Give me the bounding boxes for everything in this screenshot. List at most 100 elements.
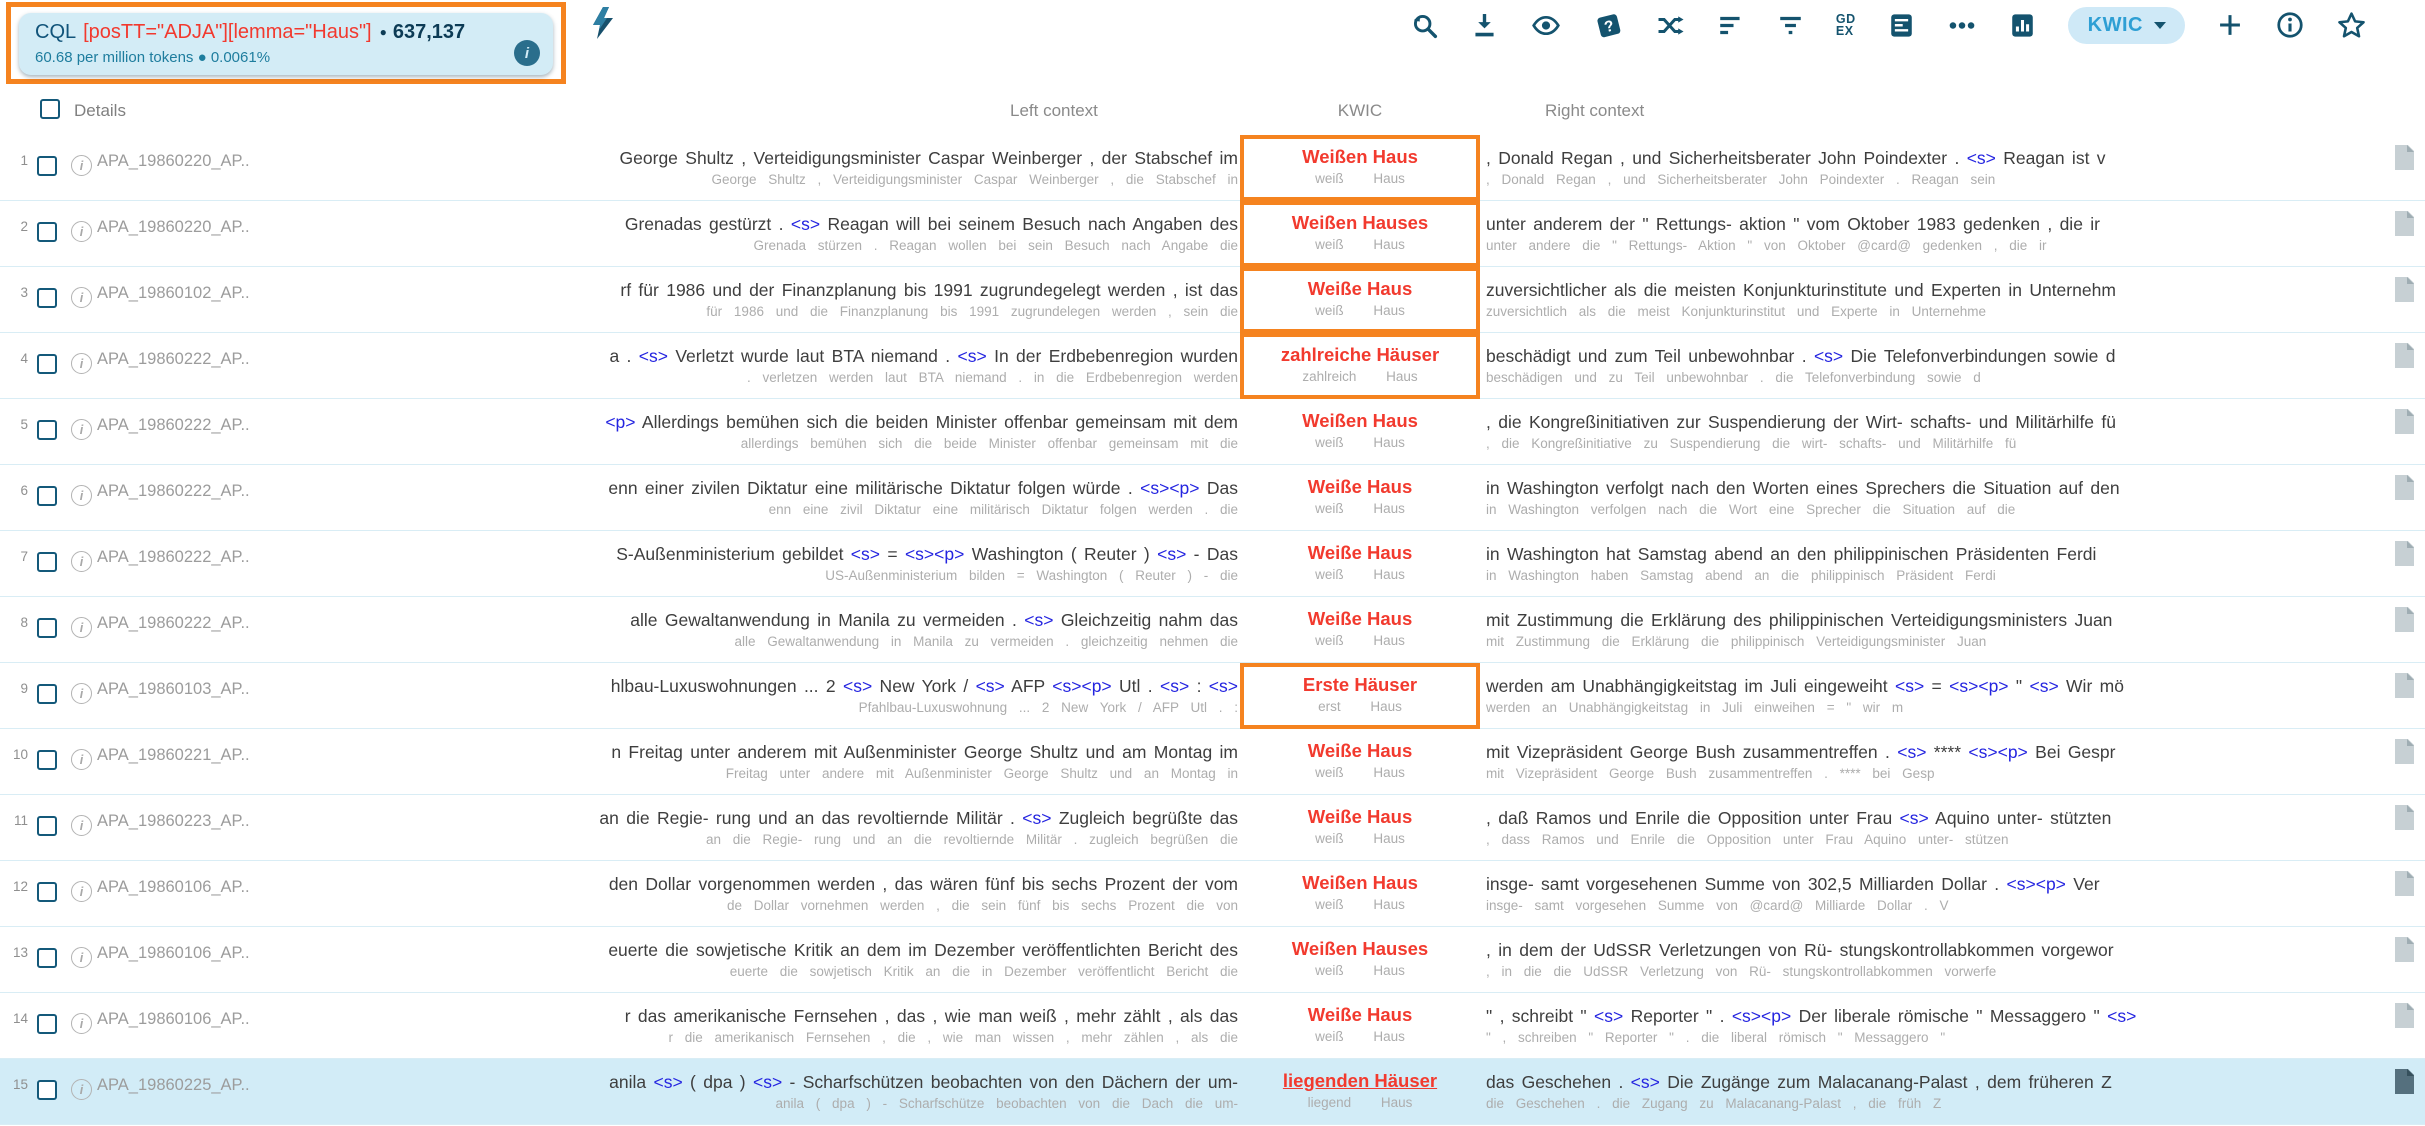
sort-icon[interactable] [1716,11,1745,40]
copy-doc-icon[interactable] [2395,475,2414,500]
table-row[interactable]: 3 i APA_19860102_AP... rf für 1986 und d… [0,267,2425,333]
row-checkbox[interactable] [37,1014,57,1034]
row-details-icon[interactable]: i [71,155,92,176]
row-checkbox[interactable] [37,618,57,638]
copy-doc-icon[interactable] [2395,541,2414,566]
query-info-icon[interactable]: i [514,40,540,66]
doc-id[interactable]: APA_19860222_AP... [97,614,249,633]
table-row[interactable]: 14 i APA_19860106_AP... r das amerikanis… [0,993,2425,1059]
table-row[interactable]: 9 i APA_19860103_AP... hlbau-Luxuswohnun… [0,663,2425,729]
copy-doc-icon[interactable] [2395,673,2414,698]
kwic-node[interactable]: Weiße Haus weiß Haus [1242,541,1478,584]
table-row[interactable]: 7 i APA_19860222_AP... S-Außenministeriu… [0,531,2425,597]
kwic-view-select[interactable]: KWIC [2068,7,2185,44]
sentence-view-icon[interactable] [1887,11,1916,40]
view-options-eye-icon[interactable] [1530,11,1562,40]
row-checkbox[interactable] [37,288,57,308]
row-checkbox[interactable] [37,222,57,242]
more-options-icon[interactable] [1947,11,1977,40]
table-row[interactable]: 11 i APA_19860223_AP... an die Regie- ru… [0,795,2425,861]
doc-id[interactable]: APA_19860106_AP... [97,1010,249,1029]
copy-doc-icon[interactable] [2395,937,2414,962]
gdex-icon[interactable]: GDEX [1836,13,1856,37]
row-checkbox[interactable] [37,354,57,374]
row-checkbox[interactable] [37,948,57,968]
copy-doc-icon[interactable] [2395,607,2414,632]
row-checkbox[interactable] [37,684,57,704]
row-details-icon[interactable]: i [71,419,92,440]
table-row[interactable]: 15 i APA_19860225_AP... anila <s> ( dpa … [0,1059,2425,1125]
kwic-node[interactable]: Weiße Haus weiß Haus [1242,475,1478,518]
kwic-node[interactable]: Weiße Haus weiß Haus [1242,607,1478,650]
copy-doc-icon[interactable] [2395,871,2414,896]
kwic-node[interactable]: Weißen Hauses weiß Haus [1242,937,1478,980]
shuffle-icon[interactable] [1655,11,1685,40]
kwic-node[interactable]: Weiße Haus weiß Haus [1242,277,1478,320]
doc-id[interactable]: APA_19860225_AP... [97,1076,249,1095]
row-details-icon[interactable]: i [71,353,92,374]
table-row[interactable]: 5 i APA_19860222_AP... <p> Allerdings be… [0,399,2425,465]
random-sample-icon[interactable]: ? [1593,10,1624,41]
frequency-chart-icon[interactable] [2008,11,2037,40]
table-row[interactable]: 10 i APA_19860221_AP... n Freitag unter … [0,729,2425,795]
row-details-icon[interactable]: i [71,947,92,968]
search-again-icon[interactable] [1410,11,1439,40]
copy-doc-icon[interactable] [2395,343,2414,368]
kwic-node[interactable]: Weiße Haus weiß Haus [1242,739,1478,782]
row-checkbox[interactable] [37,1080,57,1100]
download-icon[interactable] [1470,11,1499,40]
kwic-node[interactable]: zahlreiche Häuser zahlreich Haus [1242,343,1478,386]
kwic-node[interactable]: Weiße Haus weiß Haus [1242,1003,1478,1046]
kwic-node[interactable]: Erste Häuser erst Haus [1242,673,1478,716]
row-details-icon[interactable]: i [71,221,92,242]
kwic-node[interactable]: Weißen Haus weiß Haus [1242,145,1478,188]
doc-id[interactable]: APA_19860220_AP... [97,152,249,171]
kwic-node[interactable]: Weißen Hauses weiß Haus [1242,211,1478,254]
copy-doc-icon[interactable] [2395,145,2414,170]
doc-id[interactable]: APA_19860106_AP... [97,944,249,963]
doc-id[interactable]: APA_19860221_AP... [97,746,249,765]
table-row[interactable]: 6 i APA_19860222_AP... enn einer zivilen… [0,465,2425,531]
row-details-icon[interactable]: i [71,1013,92,1034]
copy-doc-icon[interactable] [2395,1003,2414,1028]
row-checkbox[interactable] [37,552,57,572]
row-checkbox[interactable] [37,486,57,506]
copy-doc-icon[interactable] [2395,277,2414,302]
row-details-icon[interactable]: i [71,815,92,836]
row-checkbox[interactable] [37,156,57,176]
row-checkbox[interactable] [37,816,57,836]
copy-doc-icon[interactable] [2395,409,2414,434]
table-row[interactable]: 13 i APA_19860106_AP... euerte die sowje… [0,927,2425,993]
row-details-icon[interactable]: i [71,617,92,638]
table-row[interactable]: 1 i APA_19860220_AP... George Shultz , V… [0,135,2425,201]
doc-id[interactable]: APA_19860106_AP... [97,878,249,897]
row-details-icon[interactable]: i [71,1079,92,1100]
row-details-icon[interactable]: i [71,749,92,770]
row-checkbox[interactable] [37,420,57,440]
doc-id[interactable]: APA_19860103_AP... [97,680,249,699]
row-details-icon[interactable]: i [71,485,92,506]
copy-doc-icon[interactable] [2395,211,2414,236]
row-details-icon[interactable]: i [71,287,92,308]
table-row[interactable]: 2 i APA_19860220_AP... Grenadas gestürzt… [0,201,2425,267]
doc-id[interactable]: APA_19860222_AP... [97,548,249,567]
add-icon[interactable] [2216,11,2244,39]
kwic-node[interactable]: Weiße Haus weiß Haus [1242,805,1478,848]
lightning-icon[interactable] [590,6,616,40]
doc-id[interactable]: APA_19860220_AP... [97,218,249,237]
filter-icon[interactable] [1776,11,1805,40]
row-details-icon[interactable]: i [71,551,92,572]
favorite-star-icon[interactable] [2336,10,2367,41]
kwic-node[interactable]: liegenden Häuser liegend Haus [1242,1069,1478,1112]
copy-doc-icon[interactable] [2395,805,2414,830]
kwic-node[interactable]: Weißen Haus weiß Haus [1242,871,1478,914]
info-icon[interactable] [2275,10,2305,40]
query-summary[interactable]: CQL[posTT="ADJA"][lemma="Haus"]●637,137 … [19,13,553,75]
table-row[interactable]: 12 i APA_19860106_AP... den Dollar vorge… [0,861,2425,927]
row-checkbox[interactable] [37,750,57,770]
copy-doc-icon[interactable] [2395,1069,2414,1094]
select-all-checkbox[interactable] [40,99,60,119]
row-details-icon[interactable]: i [71,881,92,902]
table-row[interactable]: 8 i APA_19860222_AP... alle Gewaltanwend… [0,597,2425,663]
copy-doc-icon[interactable] [2395,739,2414,764]
